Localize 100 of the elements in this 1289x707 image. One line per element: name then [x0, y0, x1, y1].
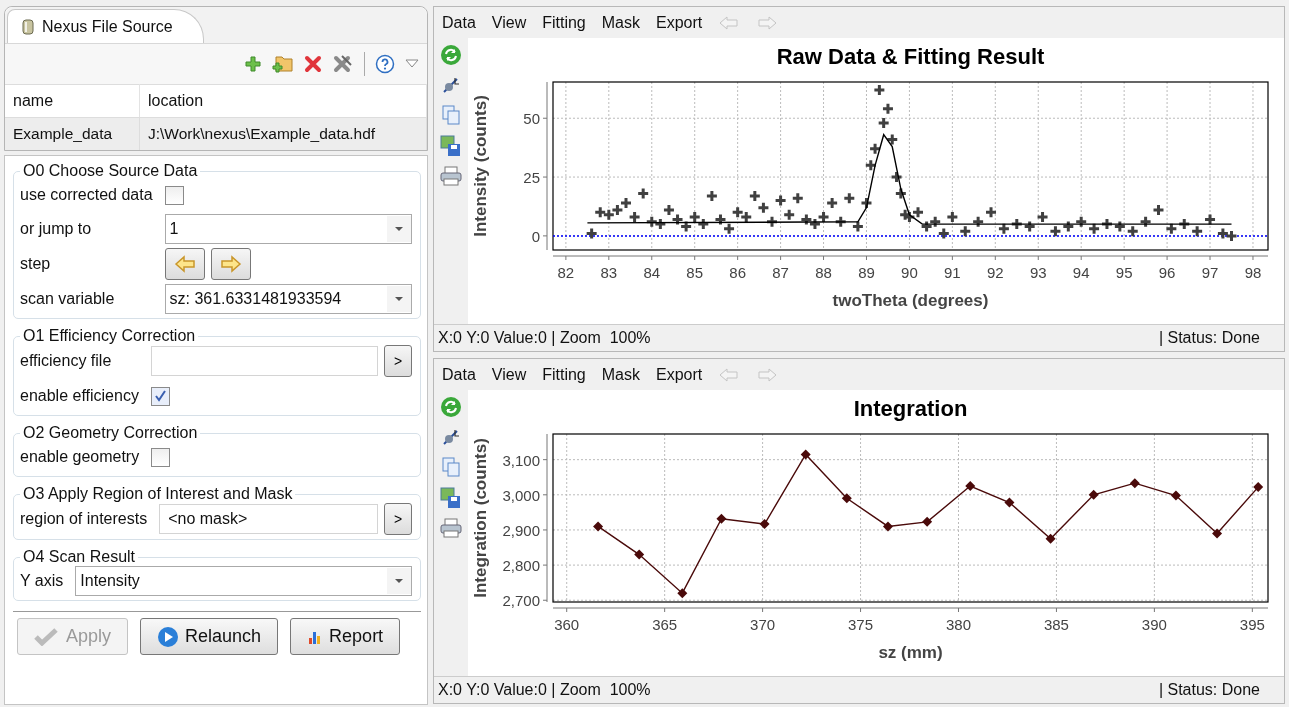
- caret-icon: [394, 578, 404, 584]
- data-point: [748, 189, 762, 203]
- field-label: or jump to: [20, 220, 93, 238]
- browse-button[interactable]: >: [384, 345, 412, 377]
- table-cell[interactable]: Example_data: [5, 117, 140, 150]
- refresh-icon[interactable]: [440, 44, 462, 67]
- tick-label: 365: [652, 616, 678, 634]
- table-cell[interactable]: J:\Work\nexus\Example_data.hdf: [139, 117, 427, 150]
- tick-label: 95: [1115, 264, 1133, 282]
- data-point: [585, 227, 599, 241]
- tick-label: 86: [729, 264, 746, 282]
- menu-item[interactable]: Export: [656, 13, 703, 32]
- tick-label: 3,000: [502, 487, 540, 505]
- tick-label: 91: [944, 264, 961, 282]
- dropdown-field[interactable]: Intensity: [75, 566, 412, 596]
- tick-label: 85: [686, 264, 704, 282]
- data-point: [774, 194, 788, 208]
- data-point: [920, 220, 934, 234]
- data-point: [872, 83, 886, 97]
- field-label: step: [20, 255, 52, 273]
- data-point: [808, 218, 822, 232]
- dropdown-field[interactable]: 1: [164, 214, 412, 244]
- tick-label: 3,100: [502, 452, 540, 470]
- save-image-icon[interactable]: [440, 135, 462, 158]
- menu-item[interactable]: Fitting: [542, 365, 586, 384]
- menu-item[interactable]: Fitting: [542, 13, 586, 32]
- data-point: [1061, 220, 1075, 234]
- input-field[interactable]: [150, 346, 378, 376]
- save-image-icon[interactable]: [440, 487, 462, 510]
- data-point: [800, 449, 811, 460]
- data-point: [1010, 218, 1024, 232]
- tick-label: 370: [750, 616, 776, 634]
- status-text: | Status: Done: [1158, 329, 1260, 348]
- tick-label: 2,700: [502, 592, 540, 610]
- menu-item[interactable]: View: [491, 365, 527, 384]
- data-point: [671, 213, 685, 227]
- menu-item[interactable]: View: [491, 13, 527, 32]
- section-title: O3 Apply Region of Interest and Mask: [22, 485, 294, 503]
- tick-label: 89: [858, 264, 875, 282]
- data-point: [716, 514, 727, 525]
- copy-icon[interactable]: [441, 456, 461, 479]
- delete-icon[interactable]: [304, 55, 322, 73]
- data-point: [1139, 215, 1153, 229]
- field-label: region of interests: [20, 510, 148, 528]
- add-icon[interactable]: [244, 55, 262, 73]
- chart-title: Raw Data & Fitting Result: [776, 44, 1045, 70]
- field-label: enable geometry: [20, 448, 140, 466]
- step-back-button[interactable]: [164, 248, 205, 280]
- data-point: [864, 159, 878, 173]
- caret-icon: [394, 296, 404, 302]
- data-point: [1225, 229, 1238, 243]
- view-menu-icon[interactable]: [405, 59, 419, 69]
- data-point: [739, 211, 753, 224]
- data-point: [1170, 490, 1181, 501]
- data-point: [1253, 482, 1264, 493]
- browse-button[interactable]: >: [384, 503, 412, 535]
- relaunch-button[interactable]: Relaunch: [140, 618, 279, 655]
- dropdown-field[interactable]: sz: 361.6331481933594: [164, 284, 412, 314]
- print-icon[interactable]: [440, 518, 462, 539]
- tick-label: 2,800: [502, 557, 540, 575]
- data-point: [714, 213, 727, 227]
- tick-label: 94: [1072, 264, 1090, 282]
- refresh-icon[interactable]: [440, 396, 462, 419]
- data-point: [1164, 222, 1178, 236]
- checkbox[interactable]: [150, 386, 170, 406]
- help-icon[interactable]: [375, 54, 395, 74]
- data-point: [677, 588, 688, 599]
- add-folder-icon[interactable]: [272, 54, 294, 74]
- tick-label: 96: [1158, 264, 1176, 282]
- tick-label: 87: [772, 264, 789, 282]
- tick-label: 0: [531, 228, 540, 246]
- checkbox[interactable]: [151, 447, 171, 467]
- menu-item[interactable]: Data: [442, 13, 476, 32]
- field-label: use corrected data: [20, 186, 153, 204]
- column-header[interactable]: name: [5, 84, 140, 118]
- data-point: [984, 206, 998, 220]
- data-point: [696, 218, 710, 232]
- copy-icon[interactable]: [441, 104, 461, 127]
- menu-item[interactable]: Data: [442, 365, 476, 384]
- print-icon[interactable]: [440, 166, 462, 187]
- data-point: [602, 208, 616, 222]
- menu-item[interactable]: Export: [656, 365, 703, 384]
- data-point: [997, 222, 1011, 236]
- data-point: [593, 521, 604, 532]
- data-point: [1113, 220, 1127, 234]
- data-point: [1126, 225, 1140, 239]
- view-tab[interactable]: Nexus File Source: [7, 9, 204, 43]
- column-header[interactable]: location: [139, 84, 427, 118]
- x-axis-label: twoTheta (degrees): [832, 291, 989, 311]
- data-point: [1212, 528, 1223, 539]
- menu-item[interactable]: Mask: [601, 365, 640, 384]
- delete-all-icon[interactable]: [332, 54, 354, 74]
- report-button[interactable]: Report: [290, 618, 401, 655]
- menu-item[interactable]: Mask: [601, 13, 640, 32]
- checkbox[interactable]: [164, 185, 184, 205]
- section-title: O1 Efficiency Correction: [22, 327, 197, 345]
- step-forward-button[interactable]: [210, 248, 251, 280]
- input-field[interactable]: <no mask>: [159, 504, 378, 534]
- tick-label: 380: [946, 616, 971, 634]
- data-point: [860, 196, 873, 210]
